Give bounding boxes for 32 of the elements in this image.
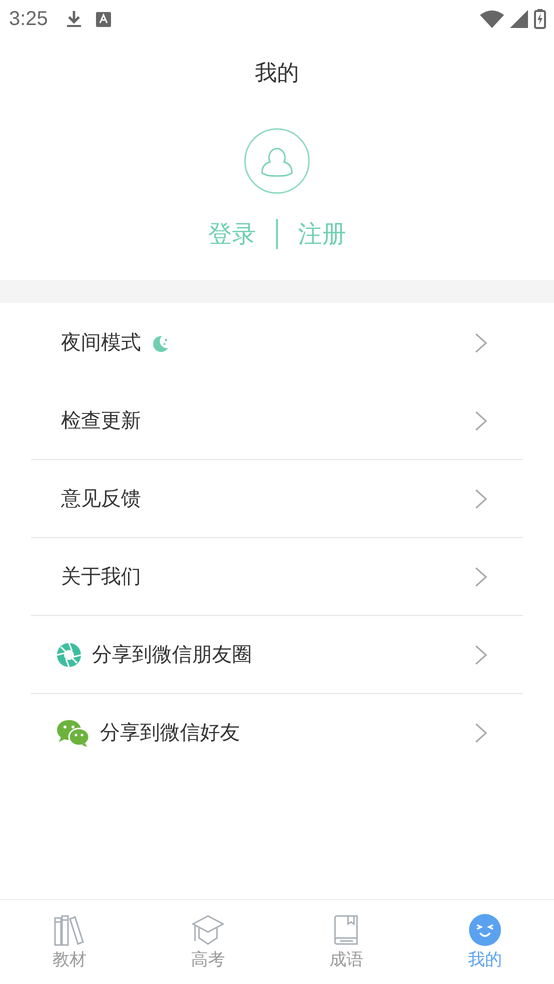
aperture-icon [56, 642, 82, 668]
menu-row[interactable]: 关于我们 [31, 537, 523, 615]
menu-row[interactable]: 检查更新 [31, 381, 523, 459]
signal-icon [510, 10, 528, 28]
menu-label: 分享到微信好友 [100, 719, 240, 746]
chat-bubbles-icon [56, 718, 90, 746]
chevron-icon [475, 488, 487, 508]
menu-label: 意见反馈 [61, 485, 141, 512]
battery-icon [534, 9, 546, 29]
menu-label: 分享到微信朋友圈 [92, 641, 252, 668]
chevron-icon [475, 410, 487, 430]
status-time: 3:25 [9, 8, 48, 30]
menu-label: 检查更新 [61, 407, 141, 434]
download-icon [66, 10, 82, 28]
menu-row[interactable]: 意见反馈 [31, 459, 523, 537]
avatar-icon [244, 128, 310, 194]
menu-label: 关于我们 [61, 563, 141, 590]
menu-row[interactable]: 分享到微信好友 [31, 693, 523, 771]
books-icon[interactable] [53, 914, 86, 946]
chevron-icon [475, 332, 487, 352]
wifi-icon [480, 10, 504, 28]
page-title: 我的 [255, 60, 299, 88]
chevron-icon [475, 566, 487, 586]
menu-row[interactable]: 夜间模式 [31, 303, 523, 381]
chevron-icon [475, 644, 487, 664]
menu-row[interactable]: 分享到微信朋友圈 [31, 615, 523, 693]
graduation-cap-icon[interactable] [192, 914, 224, 946]
chevron-icon [475, 722, 487, 742]
menu-label: 夜间模式 [61, 329, 141, 356]
keyboard-icon [96, 12, 111, 26]
smiley-icon[interactable] [468, 914, 501, 946]
moon-icon [151, 334, 169, 352]
